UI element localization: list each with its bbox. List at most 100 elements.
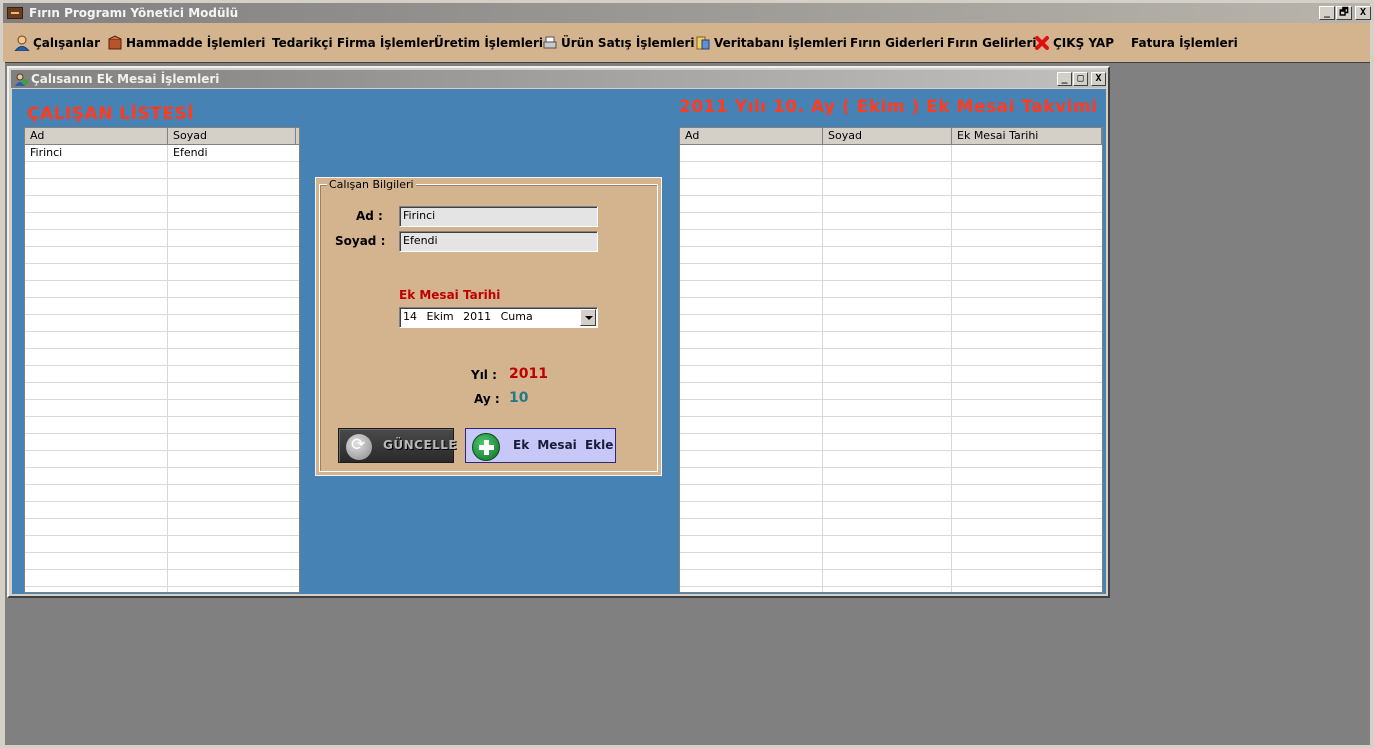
- table-row[interactable]: [25, 383, 299, 400]
- table-row[interactable]: [680, 298, 1102, 315]
- table-row[interactable]: [680, 519, 1102, 536]
- database-icon: [695, 35, 711, 51]
- table-row[interactable]: [25, 485, 299, 502]
- table-row[interactable]: [680, 502, 1102, 519]
- employee-info-group: Calışan Bilgileri Ad : Firinci Soyad : E…: [319, 178, 658, 472]
- close-button[interactable]: X: [1355, 6, 1371, 20]
- table-row[interactable]: [680, 281, 1102, 298]
- add-overtime-button[interactable]: Ek Mesai Ekle: [465, 428, 616, 463]
- table-row[interactable]: [25, 247, 299, 264]
- menu-invoices[interactable]: Fatura İşlemleri: [1131, 34, 1238, 52]
- restore-button[interactable]: 🗗: [1336, 6, 1352, 20]
- table-row[interactable]: Firinci Efendi: [25, 145, 299, 162]
- menu-product-sales-label: Ürün Satış İşlemleri: [561, 36, 695, 50]
- employee-info-group-label: Calışan Bilgileri: [327, 178, 416, 191]
- table-row[interactable]: [25, 230, 299, 247]
- surname-field[interactable]: Efendi: [399, 231, 598, 252]
- menu-suppliers-label: Tedarikçi Firma İşlemleri: [272, 36, 439, 50]
- table-row[interactable]: [680, 468, 1102, 485]
- table-row[interactable]: [680, 145, 1102, 162]
- menu-exit[interactable]: ÇIKŞ YAP: [1034, 34, 1114, 52]
- table-row[interactable]: [25, 468, 299, 485]
- table-row[interactable]: [25, 451, 299, 468]
- table-row[interactable]: [680, 366, 1102, 383]
- menu-suppliers[interactable]: Tedarikçi Firma İşlemleri: [272, 34, 439, 52]
- child-minimize-button[interactable]: _: [1057, 72, 1072, 86]
- minimize-button[interactable]: _: [1319, 6, 1335, 20]
- overtime-window-title-bar[interactable]: Çalısanın Ek Mesai İşlemleri _ □ X: [11, 70, 1106, 88]
- table-row[interactable]: [680, 400, 1102, 417]
- menu-employees[interactable]: Çalışanlar: [13, 34, 100, 52]
- table-row[interactable]: [680, 315, 1102, 332]
- surname-label: Soyad :: [335, 234, 386, 248]
- table-row[interactable]: [680, 247, 1102, 264]
- name-field[interactable]: Firinci: [399, 206, 598, 227]
- table-row[interactable]: [25, 536, 299, 553]
- month-label: Ay :: [474, 392, 500, 406]
- app-icon: [7, 7, 23, 19]
- table-row[interactable]: [25, 264, 299, 281]
- table-row[interactable]: [680, 434, 1102, 451]
- table-row[interactable]: [25, 417, 299, 434]
- menu-exit-label: ÇIKŞ YAP: [1053, 36, 1115, 50]
- employee-grid-header: Ad Soyad: [25, 128, 299, 145]
- table-row[interactable]: [680, 553, 1102, 570]
- table-row[interactable]: [25, 179, 299, 196]
- table-row[interactable]: [680, 570, 1102, 587]
- table-row[interactable]: [680, 162, 1102, 179]
- table-row[interactable]: [25, 298, 299, 315]
- table-row[interactable]: [680, 349, 1102, 366]
- table-row[interactable]: [25, 366, 299, 383]
- overtime-date-value: 14 Ekim 2011 Cuma: [403, 310, 533, 323]
- table-row[interactable]: [25, 281, 299, 298]
- column-header-surname[interactable]: Soyad: [823, 128, 952, 145]
- table-row[interactable]: [25, 434, 299, 451]
- table-row[interactable]: [680, 196, 1102, 213]
- update-button[interactable]: GÜNCELLE: [338, 428, 457, 463]
- table-row[interactable]: [680, 332, 1102, 349]
- table-row[interactable]: [680, 383, 1102, 400]
- menu-raw-materials[interactable]: Hammadde İşlemleri: [107, 34, 265, 52]
- exit-icon: [1034, 35, 1050, 51]
- column-header-overtime-date[interactable]: Ek Mesai Tarihi: [952, 128, 1102, 145]
- child-maximize-button[interactable]: □: [1073, 72, 1088, 86]
- table-row[interactable]: [25, 162, 299, 179]
- column-header-surname[interactable]: Soyad: [168, 128, 296, 145]
- table-row[interactable]: [25, 349, 299, 366]
- table-row[interactable]: [25, 400, 299, 417]
- menu-bakery-income[interactable]: Fırın Gelirleri: [947, 34, 1036, 52]
- table-row[interactable]: [25, 553, 299, 570]
- table-row[interactable]: [25, 196, 299, 213]
- column-header-name[interactable]: Ad: [25, 128, 168, 145]
- menu-database[interactable]: Veritabanı İşlemleri: [695, 34, 847, 52]
- menu-bakery-expenses[interactable]: Fırın Giderleri: [850, 34, 944, 52]
- table-row[interactable]: [680, 451, 1102, 468]
- table-row[interactable]: [25, 332, 299, 349]
- table-row[interactable]: [680, 417, 1102, 434]
- employee-grid[interactable]: Ad Soyad Firinci Efendi: [24, 127, 300, 593]
- table-row[interactable]: [680, 230, 1102, 247]
- app-title-bar[interactable]: Fırın Programı Yönetici Modülü _ 🗗 X: [3, 3, 1371, 23]
- overtime-grid-header: Ad Soyad Ek Mesai Tarihi: [680, 128, 1102, 145]
- table-row[interactable]: [680, 264, 1102, 281]
- table-row[interactable]: [25, 315, 299, 332]
- table-row[interactable]: [680, 179, 1102, 196]
- chevron-down-icon[interactable]: [580, 309, 596, 326]
- overtime-date-picker[interactable]: 14 Ekim 2011 Cuma: [399, 307, 598, 328]
- table-row[interactable]: [25, 213, 299, 230]
- column-header-name[interactable]: Ad: [680, 128, 823, 145]
- menu-product-sales[interactable]: Ürün Satış İşlemleri: [542, 34, 694, 52]
- name-label: Ad :: [356, 209, 383, 223]
- child-close-button[interactable]: X: [1091, 72, 1106, 86]
- table-row[interactable]: [25, 519, 299, 536]
- table-row[interactable]: [680, 485, 1102, 502]
- table-row[interactable]: [680, 213, 1102, 230]
- user-icon: [13, 35, 31, 52]
- table-row[interactable]: [25, 570, 299, 587]
- table-row[interactable]: [680, 536, 1102, 553]
- table-row[interactable]: [25, 502, 299, 519]
- menu-bakery-income-label: Fırın Gelirleri: [947, 36, 1037, 50]
- printer-icon: [542, 35, 558, 51]
- menu-production[interactable]: Üretim İşlemleri: [434, 34, 543, 52]
- overtime-grid[interactable]: Ad Soyad Ek Mesai Tarihi: [679, 127, 1103, 593]
